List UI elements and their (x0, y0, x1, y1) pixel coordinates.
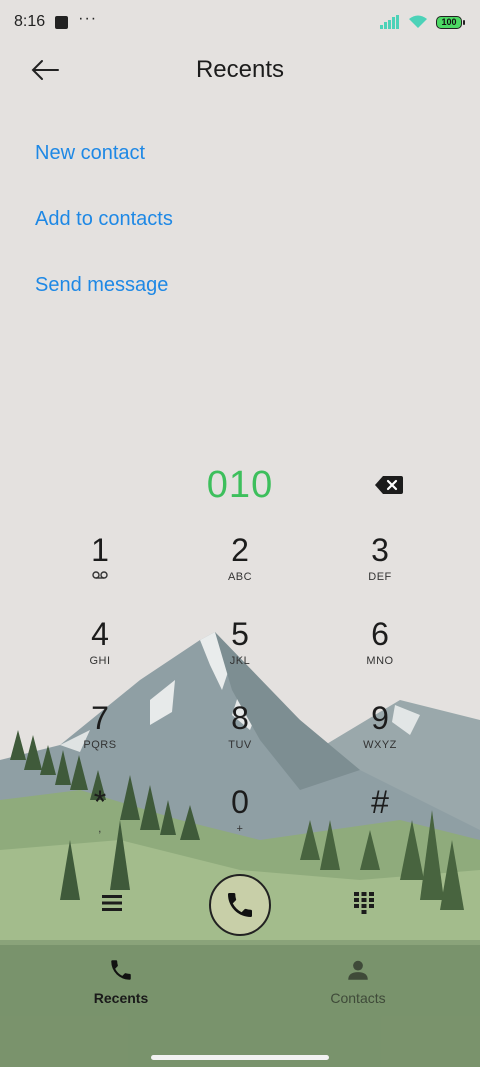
dialpad-toggle-button[interactable] (352, 890, 378, 918)
backspace-icon (375, 476, 403, 494)
tab-recents-label: Recents (93, 990, 149, 1006)
key-4[interactable]: 4 GHI (40, 614, 160, 686)
send-message-link[interactable]: Send message (35, 270, 173, 336)
key-letters: PQRS (83, 739, 117, 751)
key-0[interactable]: 0 + (180, 782, 300, 854)
key-digit: 3 (371, 532, 389, 568)
notification-icon (55, 15, 69, 29)
key-digit: 8 (231, 700, 249, 736)
key-letters: ABC (227, 571, 253, 583)
key-letters: JKL (229, 655, 251, 667)
key-9[interactable]: 9 WXYZ (320, 698, 440, 770)
key-3[interactable]: 3 DEF (320, 530, 440, 602)
more-notifications-icon: ··· (78, 10, 98, 27)
page-title: Recents (195, 56, 285, 83)
dialed-number: 010 (206, 464, 274, 506)
phone-icon (111, 960, 131, 980)
battery-level: 100 (441, 17, 457, 27)
header: Recents (0, 46, 480, 94)
dialpad-icon (354, 892, 374, 914)
menu-button[interactable] (100, 892, 130, 918)
add-to-contacts-link[interactable]: Add to contacts (35, 204, 173, 270)
bottom-navigation: Recents Contacts (0, 945, 480, 1067)
new-contact-link[interactable]: New contact (35, 138, 173, 204)
key-7[interactable]: 7 PQRS (40, 698, 160, 770)
key-digit: 5 (231, 616, 249, 652)
key-digit: 4 (91, 616, 109, 652)
key-hash[interactable]: # (320, 782, 440, 854)
tab-recents[interactable]: Recents (61, 957, 181, 1006)
key-letters: , (98, 823, 102, 835)
status-bar: 8:16 ··· 100 (0, 0, 480, 44)
key-5[interactable]: 5 JKL (180, 614, 300, 686)
battery-icon: 100 (436, 15, 465, 29)
action-links: New contact Add to contacts Send message (35, 138, 173, 336)
key-letters: WXYZ (363, 739, 397, 751)
status-time: 8:16 (14, 13, 46, 30)
person-icon (348, 960, 368, 980)
status-left: 8:16 ··· (14, 10, 98, 31)
key-digit: * (93, 784, 107, 820)
phone-icon (228, 893, 252, 917)
wifi-icon (409, 15, 427, 28)
key-digit: 0 (231, 784, 249, 820)
key-digit: 1 (91, 532, 109, 568)
key-digit: 7 (91, 700, 109, 736)
call-button[interactable] (209, 874, 271, 936)
backspace-button[interactable] (374, 474, 404, 498)
key-digit: 2 (231, 532, 249, 568)
key-digit: 6 (371, 616, 389, 652)
call-row (0, 870, 480, 940)
number-display: 010 (0, 460, 480, 514)
home-indicator[interactable] (151, 1055, 329, 1060)
key-letters: DEF (368, 571, 392, 583)
menu-icon (102, 895, 122, 911)
tab-contacts-label: Contacts (330, 990, 386, 1006)
tab-contacts[interactable]: Contacts (298, 957, 418, 1006)
key-1[interactable]: 1 (40, 530, 160, 602)
key-star[interactable]: * , (40, 782, 160, 854)
key-letters: GHI (89, 655, 111, 667)
key-8[interactable]: 8 TUV (180, 698, 300, 770)
key-digit: # (371, 784, 389, 820)
key-letters: MNO (366, 655, 394, 667)
key-6[interactable]: 6 MNO (320, 614, 440, 686)
key-letters: TUV (228, 739, 252, 751)
key-digit: 9 (371, 700, 389, 736)
key-letters: + (236, 823, 244, 835)
voicemail-icon (40, 570, 160, 584)
key-2[interactable]: 2 ABC (180, 530, 300, 602)
signal-icon (380, 15, 399, 29)
status-right: 100 (380, 15, 465, 29)
